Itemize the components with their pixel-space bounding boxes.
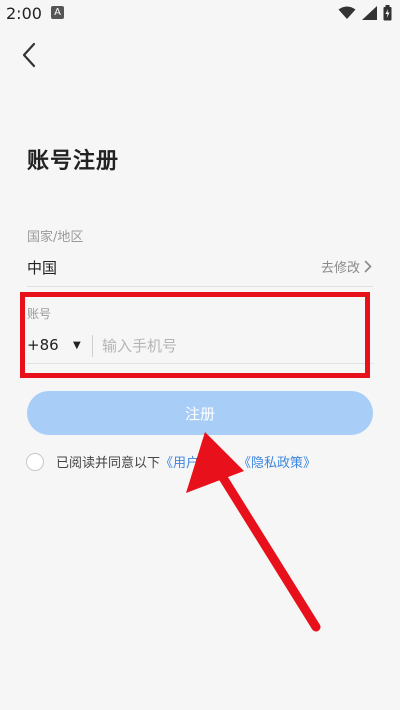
account-label: 账号	[27, 307, 52, 321]
wifi-icon	[338, 6, 356, 19]
region-value: 中国	[27, 259, 58, 277]
region-edit-label: 去修改	[320, 261, 360, 276]
country-code-select[interactable]: +86	[27, 336, 59, 354]
phone-input[interactable]	[102, 333, 362, 359]
agreement-prefix: 已阅读并同意以下	[56, 456, 161, 471]
region-label: 国家/地区	[27, 230, 84, 245]
agreement-row: 已阅读并同意以下 《用户协 《隐私政策》	[26, 452, 316, 471]
status-time: 2:00	[6, 4, 42, 23]
register-button[interactable]: 注册	[27, 391, 373, 435]
status-icons	[338, 5, 392, 21]
region-edit-button[interactable]: 去修改	[321, 257, 372, 276]
page-title: 账号注册	[27, 149, 120, 174]
back-button[interactable]	[12, 38, 46, 72]
account-divider	[27, 363, 373, 364]
region-divider	[27, 286, 373, 287]
status-bar: 2:00 A	[0, 0, 400, 28]
battery-icon	[383, 5, 392, 21]
signal-icon	[362, 6, 377, 20]
chevron-left-icon	[22, 42, 36, 68]
notification-icon: A	[51, 6, 64, 19]
user-agreement-link[interactable]: 《用户协	[160, 452, 212, 471]
agreement-checkbox[interactable]	[26, 452, 44, 471]
privacy-policy-link[interactable]: 《隐私政策》	[238, 452, 316, 471]
chevron-right-icon	[364, 260, 372, 273]
input-separator	[92, 335, 93, 357]
caret-down-icon[interactable]: ▼	[73, 340, 81, 351]
